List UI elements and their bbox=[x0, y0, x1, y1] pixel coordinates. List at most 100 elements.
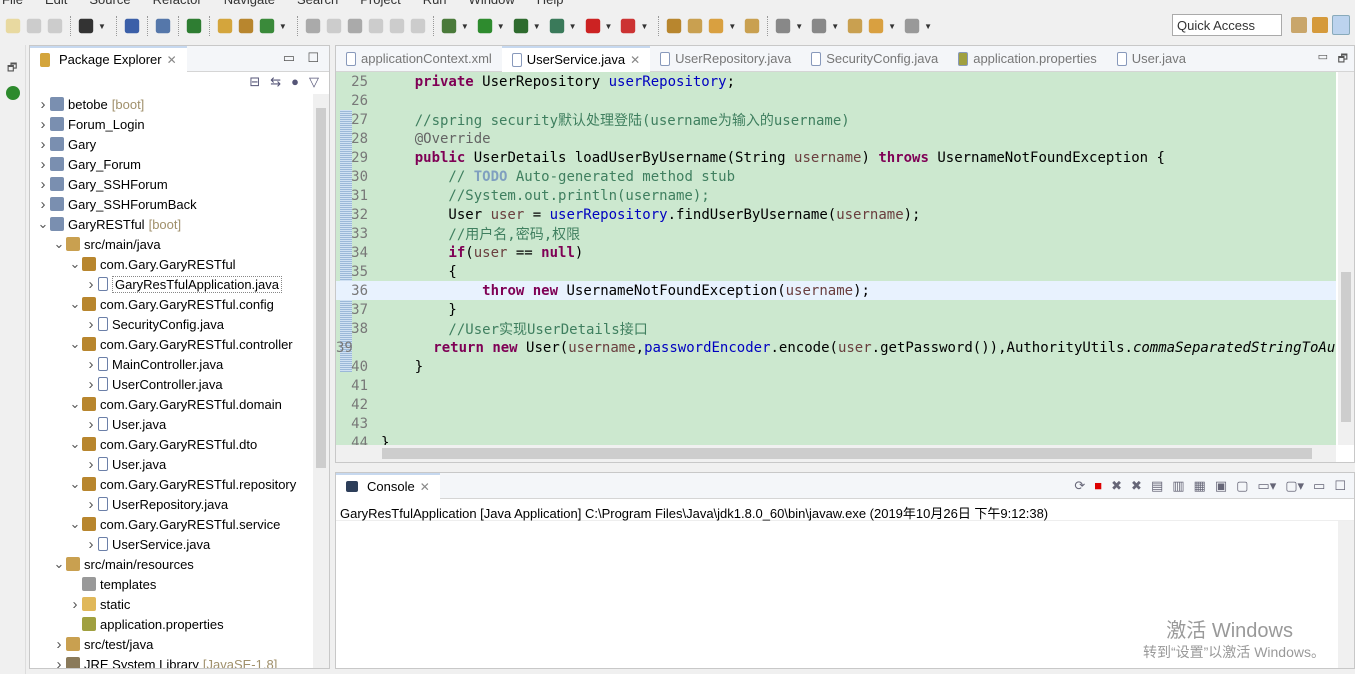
toolbar-button-icon[interactable] bbox=[549, 18, 564, 34]
toolbar-button-icon[interactable] bbox=[477, 18, 492, 34]
dropdown-arrow-icon[interactable]: ▼ bbox=[461, 22, 469, 31]
close-icon[interactable]: ✕ bbox=[420, 480, 430, 494]
toolbar-button-icon[interactable] bbox=[368, 18, 384, 34]
focus-icon[interactable]: ● bbox=[291, 74, 299, 90]
tree-item[interactable]: › UserRepository.java bbox=[30, 494, 313, 514]
editor-vertical-scrollbar[interactable] bbox=[1338, 72, 1354, 445]
dropdown-arrow-icon[interactable]: ▼ bbox=[569, 22, 577, 31]
tree-item[interactable]: › User.java bbox=[30, 454, 313, 474]
toolbar-button-icon[interactable] bbox=[238, 18, 254, 34]
toolbar-button-icon[interactable] bbox=[441, 18, 457, 34]
open-console-icon[interactable]: ▢▾ bbox=[1285, 478, 1304, 494]
remove-all-icon[interactable]: ✖ bbox=[1131, 478, 1142, 494]
chevron-right-icon[interactable]: › bbox=[84, 536, 98, 553]
show-on-output-icon[interactable]: ▣ bbox=[1215, 478, 1227, 494]
remove-launch-icon[interactable]: ✖ bbox=[1111, 478, 1122, 494]
chevron-right-icon[interactable]: › bbox=[36, 176, 50, 193]
toolbar-button-icon[interactable] bbox=[305, 18, 321, 34]
chevron-right-icon[interactable]: › bbox=[84, 376, 98, 393]
minimize-icon[interactable]: ▭ bbox=[283, 50, 295, 66]
chevron-down-icon[interactable]: ⌄ bbox=[68, 336, 82, 352]
editor-horizontal-scrollbar[interactable] bbox=[336, 445, 1336, 462]
word-wrap-icon[interactable]: ▦ bbox=[1194, 478, 1206, 494]
tree-item[interactable]: › Gary_SSHForumBack bbox=[30, 194, 313, 214]
tree-item[interactable]: › UserController.java bbox=[30, 374, 313, 394]
java-perspective-icon[interactable] bbox=[1332, 15, 1350, 35]
tree-item[interactable]: ⌄ com.Gary.GaryRESTful.controller bbox=[30, 334, 313, 354]
pin-console-icon[interactable]: ▢ bbox=[1236, 478, 1248, 494]
tree-item[interactable]: › Gary_SSHForum bbox=[30, 174, 313, 194]
spring-boot-dashboard-icon[interactable] bbox=[6, 86, 20, 100]
menu-file[interactable]: File bbox=[2, 0, 23, 8]
toolbar-button-icon[interactable] bbox=[709, 18, 724, 34]
chevron-down-icon[interactable]: ⌄ bbox=[52, 556, 66, 572]
tree-item[interactable]: › Gary_Forum bbox=[30, 154, 313, 174]
chevron-down-icon[interactable]: ⌄ bbox=[68, 396, 82, 412]
dropdown-arrow-icon[interactable]: ▼ bbox=[497, 22, 505, 31]
chevron-right-icon[interactable]: › bbox=[68, 596, 82, 613]
toolbar-button-icon[interactable] bbox=[904, 18, 920, 34]
dropdown-arrow-icon[interactable]: ▼ bbox=[888, 22, 896, 31]
toolbar-button-icon[interactable] bbox=[389, 18, 405, 34]
tree-item[interactable]: ⌄ com.Gary.GaryRESTful.domain bbox=[30, 394, 313, 414]
chevron-right-icon[interactable]: › bbox=[84, 416, 98, 433]
display-console-icon[interactable]: ▭▾ bbox=[1257, 478, 1276, 494]
explorer-scrollbar[interactable] bbox=[313, 94, 329, 668]
scroll-lock-icon[interactable]: ▥ bbox=[1172, 478, 1184, 494]
chevron-down-icon[interactable]: ⌄ bbox=[68, 436, 82, 452]
menu-window[interactable]: Window bbox=[469, 0, 515, 8]
toolbar-button-icon[interactable] bbox=[26, 18, 42, 34]
tree-item[interactable]: › static bbox=[30, 594, 313, 614]
collapse-all-icon[interactable]: ⊟ bbox=[249, 74, 260, 90]
chevron-down-icon[interactable]: ⌄ bbox=[68, 476, 82, 492]
chevron-down-icon[interactable]: ⌄ bbox=[52, 236, 66, 252]
tree-item[interactable]: templates bbox=[30, 574, 313, 594]
tree-item[interactable]: › User.java bbox=[30, 414, 313, 434]
toolbar-button-icon[interactable] bbox=[78, 18, 94, 34]
toolbar-button-icon[interactable] bbox=[5, 18, 21, 34]
tab-applicationcontext-xml[interactable]: applicationContext.xml bbox=[336, 46, 502, 72]
link-with-editor-icon[interactable]: ⇆ bbox=[270, 74, 281, 90]
close-icon[interactable]: ✕ bbox=[630, 53, 640, 67]
chevron-down-icon[interactable]: ⌄ bbox=[68, 256, 82, 272]
toolbar-button-icon[interactable] bbox=[513, 18, 528, 34]
maximize-icon[interactable]: ☐ bbox=[307, 50, 319, 66]
tree-item[interactable]: application.properties bbox=[30, 614, 313, 634]
toolbar-button-icon[interactable] bbox=[585, 18, 600, 34]
java-ee-perspective-icon[interactable] bbox=[1312, 17, 1328, 33]
maximize-icon[interactable]: 🗗 bbox=[1338, 50, 1348, 69]
toolbar-button-icon[interactable] bbox=[347, 18, 363, 34]
tree-item[interactable]: › betobe [boot] bbox=[30, 94, 313, 114]
menu-run[interactable]: Run bbox=[423, 0, 447, 8]
tree-item[interactable]: ⌄ com.Gary.GaryRESTful.config bbox=[30, 294, 313, 314]
tree-item[interactable]: › UserService.java bbox=[30, 534, 313, 554]
dropdown-arrow-icon[interactable]: ▼ bbox=[605, 22, 613, 31]
tree-item[interactable]: › SecurityConfig.java bbox=[30, 314, 313, 334]
menu-navigate[interactable]: Navigate bbox=[224, 0, 275, 8]
tree-item[interactable]: › JRE System Library [JavaSE-1.8] bbox=[30, 654, 313, 668]
tree-item[interactable]: › Gary bbox=[30, 134, 313, 154]
dropdown-arrow-icon[interactable]: ▼ bbox=[831, 22, 839, 31]
tree-item[interactable]: ⌄ GaryRESTful [boot] bbox=[30, 214, 313, 234]
tab-userrepository-java[interactable]: UserRepository.java bbox=[650, 46, 801, 72]
tree-item[interactable]: › src/test/java bbox=[30, 634, 313, 654]
tree-item[interactable]: › GaryResTfulApplication.java bbox=[30, 274, 313, 294]
tab-console[interactable]: Console ✕ bbox=[336, 472, 440, 499]
chevron-right-icon[interactable]: › bbox=[36, 116, 50, 133]
tab-application-properties[interactable]: application.properties bbox=[948, 46, 1107, 72]
toolbar-button-icon[interactable] bbox=[410, 18, 426, 34]
chevron-right-icon[interactable]: › bbox=[36, 156, 50, 173]
tree-item[interactable]: ⌄ com.Gary.GaryRESTful.dto bbox=[30, 434, 313, 454]
open-perspective-icon[interactable] bbox=[1291, 17, 1307, 33]
code-editor[interactable]: 25 private UserRepository userRepository… bbox=[336, 72, 1336, 445]
toolbar-button-icon[interactable] bbox=[186, 18, 202, 34]
toolbar-button-icon[interactable] bbox=[667, 18, 682, 34]
tree-item[interactable]: ⌄ com.Gary.GaryRESTful.repository bbox=[30, 474, 313, 494]
close-icon[interactable]: ✕ bbox=[167, 53, 177, 67]
menu-help[interactable]: Help bbox=[537, 0, 564, 8]
chevron-right-icon[interactable]: › bbox=[52, 656, 66, 669]
menu-project[interactable]: Project bbox=[360, 0, 400, 8]
restore-icon[interactable]: 🗗 bbox=[7, 59, 25, 78]
tree-item[interactable]: › MainController.java bbox=[30, 354, 313, 374]
toolbar-button-icon[interactable] bbox=[621, 18, 636, 34]
